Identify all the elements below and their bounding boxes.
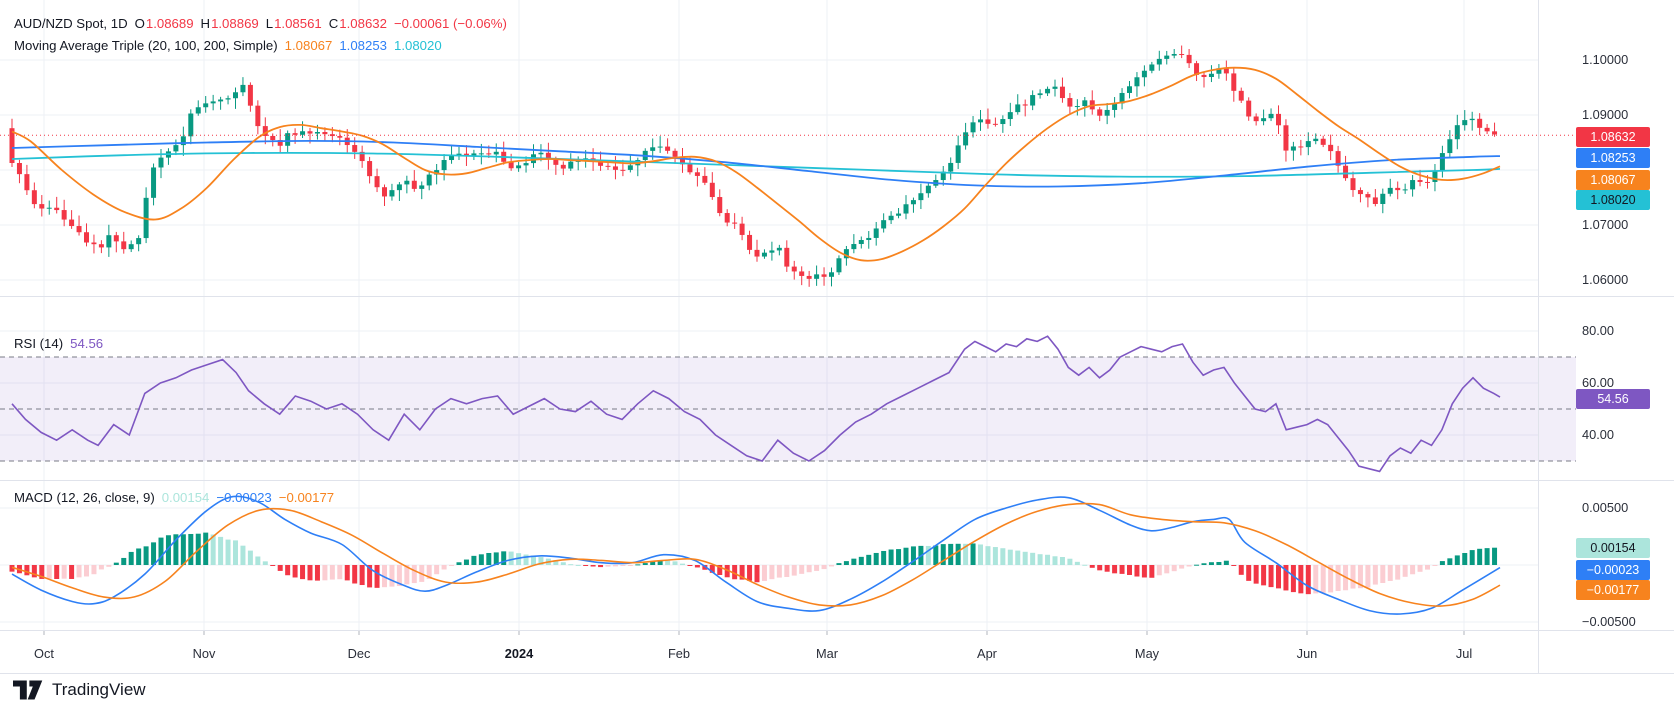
last-price-badge: 1.08632 bbox=[1576, 127, 1650, 147]
low-group: L1.08561 bbox=[266, 16, 322, 31]
open-value: 1.08689 bbox=[146, 16, 194, 31]
time-axis-label: Jul bbox=[1426, 646, 1502, 661]
rsi-value-badge: 54.56 bbox=[1576, 389, 1650, 409]
time-axis-label: Jun bbox=[1269, 646, 1345, 661]
rsi-axis-label: 40.00 bbox=[1582, 427, 1614, 443]
ma20-value: 1.08067 bbox=[285, 38, 333, 53]
ma200-value: 1.08020 bbox=[394, 38, 442, 53]
price-chart-canvas[interactable] bbox=[0, 0, 1674, 718]
price-axis-label: 1.06000 bbox=[1582, 272, 1628, 288]
price-axis-label: 1.10000 bbox=[1582, 52, 1628, 68]
ma200-price-badge: 1.08020 bbox=[1576, 190, 1650, 210]
macd-line-badge: −0.00023 bbox=[1576, 560, 1650, 580]
time-axis-label: 2024 bbox=[481, 646, 557, 661]
price-axis-label: 1.09000 bbox=[1582, 107, 1628, 123]
time-axis-label: Nov bbox=[166, 646, 242, 661]
ma-indicator-title[interactable]: Moving Average Triple (20, 100, 200, Sim… bbox=[14, 38, 278, 53]
close-value: 1.08632 bbox=[339, 16, 387, 31]
time-axis-label: Dec bbox=[321, 646, 397, 661]
tradingview-chart-window: AUD/NZD Spot, 1D O1.08689 H1.08869 L1.08… bbox=[0, 0, 1674, 718]
macd-hist-badge: 0.00154 bbox=[1576, 538, 1650, 558]
macd-signal-badge: −0.00177 bbox=[1576, 580, 1650, 600]
macd-hist-value: 0.00154 bbox=[162, 490, 210, 505]
tradingview-logo-icon bbox=[13, 680, 44, 700]
rsi-axis-label: 80.00 bbox=[1582, 323, 1614, 339]
change-value: −0.00061 (−0.06%) bbox=[394, 16, 507, 31]
rsi-legend: RSI (14) 54.56 bbox=[14, 336, 103, 351]
high-value: 1.08869 bbox=[211, 16, 259, 31]
ma-legend: Moving Average Triple (20, 100, 200, Sim… bbox=[14, 38, 442, 53]
time-axis-label: Feb bbox=[641, 646, 717, 661]
price-axis-label: 1.07000 bbox=[1582, 217, 1628, 233]
macd-axis-label: 0.00500 bbox=[1582, 500, 1628, 516]
symbol-legend: AUD/NZD Spot, 1D O1.08689 H1.08869 L1.08… bbox=[14, 16, 507, 31]
macd-line-value: −0.00023 bbox=[216, 490, 271, 505]
high-group: H1.08869 bbox=[201, 16, 259, 31]
ma100-price-badge: 1.08253 bbox=[1576, 148, 1650, 168]
low-value: 1.08561 bbox=[274, 16, 322, 31]
symbol-title[interactable]: AUD/NZD Spot, 1D bbox=[14, 16, 128, 31]
rsi-value: 54.56 bbox=[70, 336, 103, 351]
close-group: C1.08632 bbox=[329, 16, 387, 31]
brand-name: TradingView bbox=[52, 680, 146, 700]
time-axis-label: May bbox=[1109, 646, 1185, 661]
open-group: O1.08689 bbox=[135, 16, 194, 31]
macd-indicator-title[interactable]: MACD (12, 26, close, 9) bbox=[14, 490, 155, 505]
time-axis-label: Mar bbox=[789, 646, 865, 661]
ma100-value: 1.08253 bbox=[339, 38, 387, 53]
time-axis-label: Oct bbox=[6, 646, 82, 661]
time-axis-label: Apr bbox=[949, 646, 1025, 661]
macd-legend: MACD (12, 26, close, 9) 0.00154 −0.00023… bbox=[14, 490, 334, 505]
rsi-indicator-title[interactable]: RSI (14) bbox=[14, 336, 63, 351]
ma20-price-badge: 1.08067 bbox=[1576, 170, 1650, 190]
macd-signal-value: −0.00177 bbox=[279, 490, 334, 505]
tradingview-branding[interactable]: TradingView bbox=[13, 680, 146, 700]
macd-axis-label: −0.00500 bbox=[1582, 614, 1636, 630]
